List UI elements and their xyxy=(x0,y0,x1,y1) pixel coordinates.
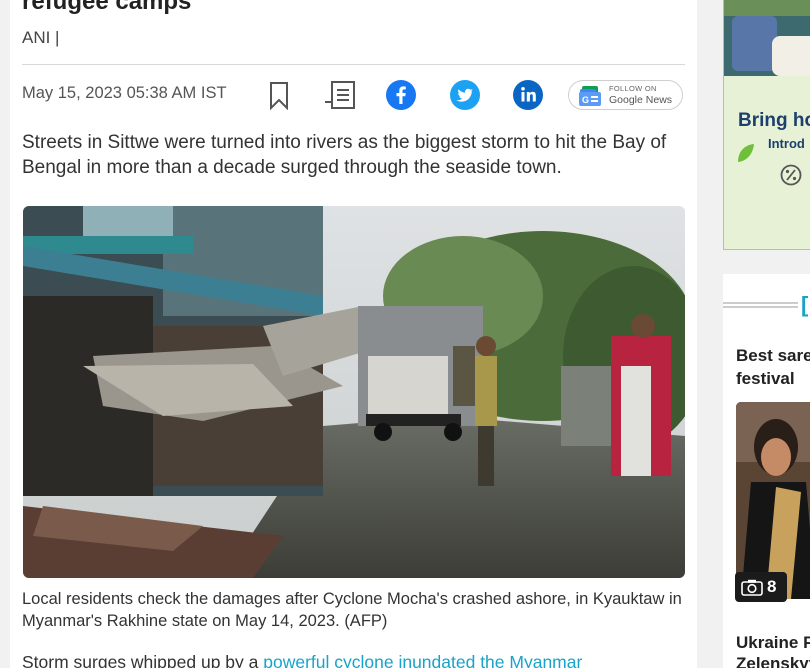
google-news-label: Google News xyxy=(609,94,673,106)
article-title: refugee camps xyxy=(22,0,192,15)
sidebar-story-title-line: festival xyxy=(736,369,795,388)
gallery-count-badge: 8 xyxy=(735,572,787,602)
ad-image xyxy=(724,0,810,96)
sidebar-story-title-2[interactable]: Ukraine P Zelenskyy xyxy=(736,632,810,668)
sidebar-story-title-line: Ukraine P xyxy=(736,633,810,652)
byline[interactable]: ANI | xyxy=(22,28,59,48)
meta-bar: May 15, 2023 05:38 AM IST G FOLLOW ON Go… xyxy=(22,76,685,114)
facebook-icon[interactable] xyxy=(386,80,416,110)
svg-text:G: G xyxy=(582,95,589,105)
photo-caption: Local residents check the damages after … xyxy=(22,590,682,630)
leaf-icon xyxy=(738,144,754,162)
google-news-follow-label: FOLLOW ON xyxy=(609,84,657,93)
sidebar-story-title-line: Best sarec xyxy=(736,346,810,365)
advertisement[interactable]: Bring ho Introd xyxy=(723,0,810,250)
sidebar-story-image[interactable] xyxy=(736,402,810,599)
body-text: Storm surges whipped up by a xyxy=(22,652,264,668)
storm-damage-photo xyxy=(23,206,685,578)
article-card: refugee camps ANI | May 15, 2023 05:38 A… xyxy=(10,0,697,668)
google-news-icon: G xyxy=(579,86,601,106)
linkedin-icon[interactable] xyxy=(513,80,543,110)
sidebar: [ Best sarec festival 8 Ukraine P Zelens… xyxy=(723,274,810,668)
divider xyxy=(22,64,685,65)
sidebar-story-title-line: Zelenskyy xyxy=(736,654,810,668)
article-photo[interactable] xyxy=(23,206,685,578)
publish-date: May 15, 2023 05:38 AM IST xyxy=(22,84,227,102)
gallery-count: 8 xyxy=(767,577,777,596)
sidebar-story-title[interactable]: Best sarec festival xyxy=(736,344,810,390)
section-divider xyxy=(723,302,798,308)
body-paragraph: Storm surges whipped up by a powerful cy… xyxy=(22,652,687,668)
lead-paragraph: Streets in Sittwe were turned into river… xyxy=(22,132,667,178)
ad-headline: Bring ho xyxy=(738,110,810,131)
percent-icon xyxy=(780,164,802,186)
body-link[interactable]: powerful cyclone inundated the Myanmar xyxy=(263,652,582,668)
ad-subheadline: Introd xyxy=(768,136,805,151)
gallery-photo xyxy=(736,402,810,599)
twitter-icon[interactable] xyxy=(450,80,480,110)
camera-icon xyxy=(741,579,763,596)
print-icon[interactable] xyxy=(323,80,357,110)
bookmark-icon[interactable] xyxy=(264,80,294,110)
google-news-follow-button[interactable]: G FOLLOW ON Google News xyxy=(568,80,683,110)
section-bracket: [ xyxy=(801,292,809,317)
